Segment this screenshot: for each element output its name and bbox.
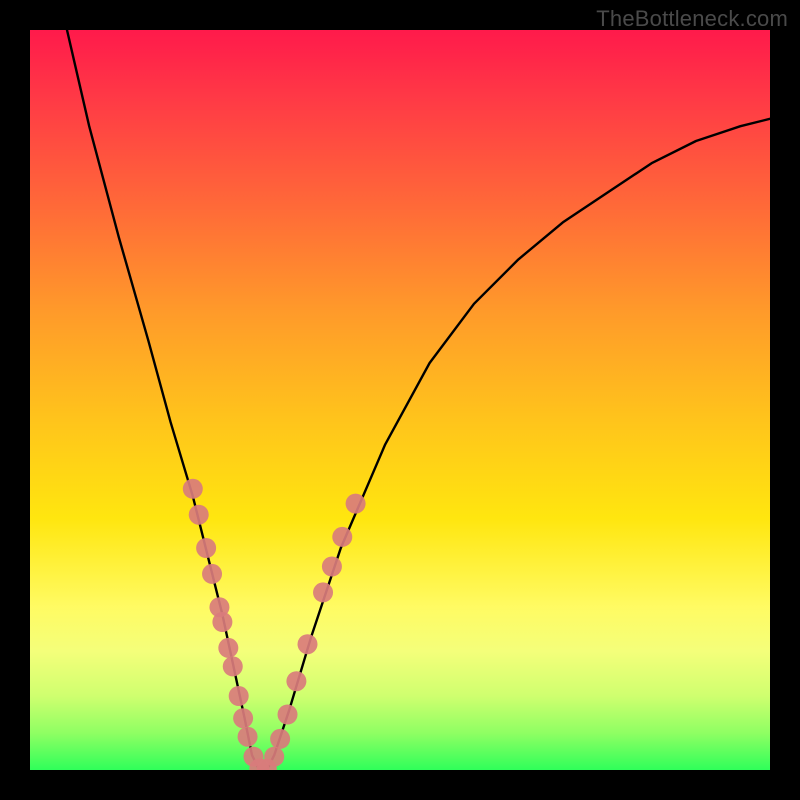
black-curve (67, 30, 770, 770)
chart-frame: TheBottleneck.com (0, 0, 800, 800)
gradient-plot-area (30, 30, 770, 770)
curve-layer (30, 30, 770, 770)
watermark-label: TheBottleneck.com (596, 6, 788, 32)
salmon-dots (183, 479, 366, 770)
